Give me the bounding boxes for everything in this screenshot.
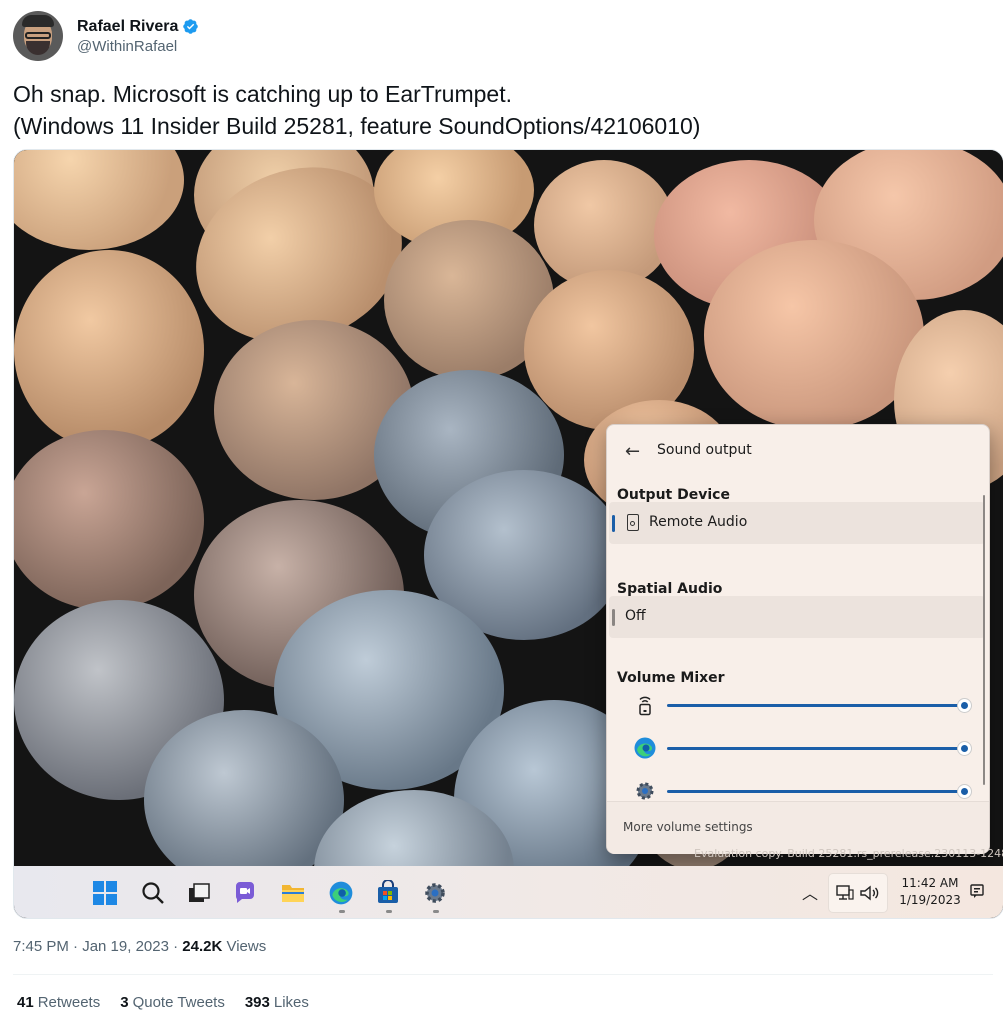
edge-icon[interactable] (328, 880, 354, 906)
likes-count: 393 (244, 994, 270, 1011)
retweets-label: Retweets (37, 994, 101, 1011)
chat-icon[interactable] (232, 880, 258, 906)
output-device-heading: Output Device (617, 487, 730, 503)
flyout-title: Sound output (657, 442, 752, 458)
author-handle[interactable]: @WithinRafael (77, 38, 199, 55)
divider (13, 974, 993, 975)
task-view-icon[interactable] (186, 880, 212, 906)
edge-icon (634, 737, 656, 759)
quote-tweets-stat[interactable]: 3 Quote Tweets (120, 994, 225, 1011)
settings-gear-icon (636, 782, 654, 800)
search-icon[interactable] (140, 880, 166, 906)
settings-icon[interactable] (422, 880, 448, 906)
flyout-scrollbar[interactable] (983, 495, 985, 785)
running-indicator (433, 910, 439, 913)
retweets-stat[interactable]: 41 Retweets (17, 994, 100, 1011)
volume-slider-track[interactable] (667, 747, 960, 750)
tweet-stats: 41 Retweets 3 Quote Tweets 393 Likes (17, 994, 309, 1011)
selected-indicator (612, 515, 615, 532)
quotes-count: 3 (120, 994, 129, 1011)
store-icon[interactable] (375, 880, 401, 906)
remote-audio-icon (639, 696, 651, 716)
volume-slider-thumb[interactable] (957, 741, 972, 756)
volume-slider-thumb[interactable] (957, 698, 972, 713)
tweet-text-line-1: Oh snap. Microsoft is catching up to Ear… (13, 81, 512, 107)
chevron-up-icon[interactable]: ︿ (802, 880, 818, 904)
verified-badge-icon (183, 19, 199, 34)
windows-start-icon[interactable] (92, 880, 118, 906)
clock-time: 11:42 AM (901, 876, 959, 890)
running-indicator (386, 910, 392, 913)
tweet-timestamp[interactable]: 7:45 PM · Jan 19, 2023 (13, 938, 169, 955)
running-indicator (339, 910, 345, 913)
speaker-volume-icon (860, 885, 879, 901)
back-arrow-icon[interactable]: ← (625, 441, 640, 462)
evaluation-watermark: Evaluation copy. Build 25281.rs_prerelea… (694, 847, 1003, 860)
more-volume-settings-link[interactable]: More volume settings (623, 820, 753, 834)
views-label: Views (226, 938, 267, 955)
author-name-row[interactable]: Rafael Rivera (77, 18, 199, 36)
volume-mixer-heading: Volume Mixer (617, 670, 725, 686)
likes-label: Likes (273, 994, 309, 1011)
volume-slider-thumb[interactable] (957, 784, 972, 799)
taskbar-clock[interactable]: 11:42 AM 1/19/2023 (894, 875, 966, 909)
mixer-row-remote-audio (607, 691, 989, 721)
views-count: 24.2K (182, 938, 223, 955)
avatar[interactable] (13, 11, 63, 61)
author-block: Rafael Rivera @WithinRafael (77, 18, 199, 55)
tweet-text: Oh snap. Microsoft is catching up to Ear… (13, 78, 700, 142)
flyout-header: ← Sound output (607, 425, 989, 477)
output-device-name: Remote Audio (649, 514, 748, 530)
volume-slider-track[interactable] (667, 790, 960, 793)
sound-output-flyout: ← Sound output Output Device Remote Audi… (606, 424, 990, 854)
clock-date: 1/19/2023 (899, 893, 961, 907)
quick-settings-tray[interactable] (828, 873, 888, 913)
retweets-count: 41 (17, 994, 34, 1011)
quotes-label: Quote Tweets (132, 994, 225, 1011)
likes-stat[interactable]: 393 Likes (245, 994, 309, 1011)
tweet-text-line-2: (Windows 11 Insider Build 25281, feature… (13, 113, 701, 139)
selected-indicator (612, 609, 615, 626)
author-display-name[interactable]: Rafael Rivera (77, 18, 178, 36)
spatial-audio-value: Off (625, 608, 646, 624)
tweet-media-image[interactable]: ← Sound output Output Device Remote Audi… (13, 149, 1003, 919)
mixer-row-edge (607, 734, 989, 764)
spatial-audio-item[interactable]: Off (609, 596, 985, 638)
windows-taskbar: ︿ 11:42 AM 1/19/2023 (14, 866, 1003, 918)
file-explorer-icon[interactable] (280, 880, 306, 906)
tweet-header: Rafael Rivera @WithinRafael (13, 10, 199, 62)
spatial-audio-heading: Spatial Audio (617, 581, 723, 597)
speaker-icon (627, 514, 639, 531)
output-device-item[interactable]: Remote Audio (609, 502, 985, 544)
volume-slider-track[interactable] (667, 704, 960, 707)
tweet-meta: 7:45 PM · Jan 19, 2023 · 24.2K Views (13, 938, 267, 955)
notification-icon[interactable] (970, 883, 984, 899)
remote-network-icon (836, 885, 854, 900)
